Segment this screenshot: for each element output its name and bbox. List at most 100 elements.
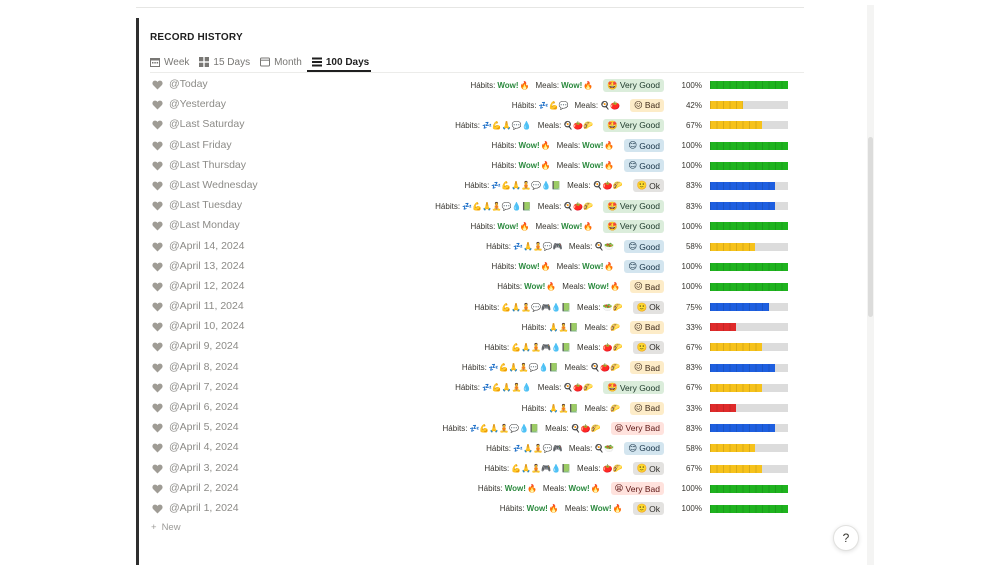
progress-bar-fill — [710, 424, 775, 433]
record-date[interactable]: @April 5, 2024 — [169, 421, 239, 433]
list-icon — [311, 57, 322, 67]
record-date[interactable]: @Last Tuesday — [169, 199, 242, 211]
meals-emojis: 🍳🍅🌮 — [563, 383, 594, 393]
list-item[interactable]: @April 1, 2024 Hábits: Wow! 🔥 Meals: Wow! 🔥 🙂 Ok… — [150, 499, 804, 519]
record-date[interactable]: @Yesterday — [169, 98, 226, 110]
list-item[interactable]: @Last Wednesday Hábits: 💤💪🙏🧘💬💧📗 Meals: 🍳🍅🌮 🙂 O… — [150, 176, 804, 196]
habits-wow: Wow! — [497, 221, 519, 231]
list-item[interactable]: @Yesterday Hábits: 💤💪💬 Meals: 🍳🍅 😖 Bad 42% — [150, 95, 804, 115]
rating-label: Very Good — [619, 382, 660, 393]
fire-icon: 🔥 — [590, 484, 601, 494]
habits-label: Hábits: — [511, 100, 537, 110]
record-date[interactable]: @Last Thursday — [169, 159, 246, 171]
fire-icon: 🔥 — [540, 161, 551, 171]
list-item[interactable]: @April 10, 2024 Hábits: 🙏🧘📗 Meals: 🌮 😖 Bad 33% — [150, 317, 804, 337]
record-summary: Hábits: Wow! 🔥 Meals: Wow! 🔥 🤩 Very Good 100% — [470, 218, 788, 234]
record-date[interactable]: @Last Saturday — [169, 118, 244, 130]
tab-month[interactable]: Month — [260, 53, 302, 71]
progress-bar — [710, 484, 788, 493]
list-item[interactable]: @April 2, 2024 Hábits: Wow! 🔥 Meals: Wow! 🔥 😫 Ve… — [150, 479, 804, 499]
list-item[interactable]: @April 8, 2024 Hábits: 💤💪🙏🧘💬💧📗 Meals: 🍳🍅🌮 😖 Ba… — [150, 358, 804, 378]
calendar-icon — [150, 58, 160, 67]
meals-emojis: 🍅🌮 — [602, 464, 623, 474]
record-date[interactable]: @Today — [169, 78, 208, 90]
list-item[interactable]: @Last Saturday Hábits: 💤💪🙏💬💧 Meals: 🍳🍅🌮 🤩 Very… — [150, 115, 804, 135]
fire-icon: 🔥 — [548, 504, 559, 514]
new-record-button[interactable]: + New — [151, 522, 181, 533]
record-date[interactable]: @Last Friday — [169, 139, 232, 151]
record-date[interactable]: @Last Wednesday — [169, 179, 258, 191]
list-item[interactable]: @April 6, 2024 Hábits: 🙏🧘📗 Meals: 🌮 😖 Bad 33% — [150, 398, 804, 418]
habits-wow: Wow! — [518, 161, 540, 171]
heart-icon — [152, 201, 163, 211]
list-item[interactable]: @Last Monday Hábits: Wow! 🔥 Meals: Wow! 🔥 🤩 Very… — [150, 216, 804, 236]
record-date[interactable]: @April 9, 2024 — [169, 340, 239, 352]
meals-emojis: 🍳🍅🌮 — [563, 201, 594, 211]
list-item[interactable]: @Last Tuesday Hábits: 💤💪🙏🧘💬💧📗 Meals: 🍳🍅🌮 🤩 Ver… — [150, 196, 804, 216]
list-item[interactable]: @Last Thursday Hábits: Wow! 🔥 Meals: Wow! 🔥 😊 Go… — [150, 156, 804, 176]
progress-bar-fill — [710, 282, 788, 291]
progress-percent: 100% — [681, 141, 702, 151]
rating-badge: 🤩 Very Good — [603, 219, 664, 233]
fire-icon: 🔥 — [612, 504, 623, 514]
record-date[interactable]: @April 1, 2024 — [169, 502, 239, 514]
rating-label: Ok — [649, 342, 660, 353]
record-date[interactable]: @April 6, 2024 — [169, 401, 239, 413]
heart-icon — [152, 343, 163, 352]
scrollbar-thumb[interactable] — [868, 137, 873, 317]
rating-badge: 😫 Very Bad — [610, 482, 664, 496]
help-button[interactable]: ? — [833, 525, 859, 551]
record-date[interactable]: @April 8, 2024 — [169, 361, 239, 373]
progress-percent: 100% — [681, 504, 702, 514]
progress-bar — [710, 343, 788, 352]
rating-emoji-icon: 🤩 — [607, 382, 618, 393]
record-date[interactable]: @April 14, 2024 — [169, 240, 244, 252]
list-item[interactable]: @April 12, 2024 Hábits: Wow! 🔥 Meals: Wow! 🔥 😖 B… — [150, 277, 804, 297]
heart-icon — [152, 363, 163, 373]
list-item[interactable]: @April 13, 2024 Hábits: Wow! 🔥 Meals: Wow! 🔥 😊 G… — [150, 257, 804, 277]
record-date[interactable]: @April 3, 2024 — [169, 462, 239, 474]
list-item[interactable]: @April 14, 2024 Hábits: 💤🙏🧘💬🎮 Meals: 🍳🥗 😊 Good… — [150, 237, 804, 257]
meals-label: Meals: — [568, 242, 593, 251]
progress-bar — [710, 141, 788, 150]
record-date[interactable]: @April 7, 2024 — [169, 381, 239, 393]
record-date[interactable]: @April 2, 2024 — [169, 482, 239, 494]
rating-label: Good — [639, 261, 660, 272]
meals-wow: Wow! — [587, 282, 610, 292]
progress-bar-fill — [710, 161, 788, 170]
record-date[interactable]: @April 13, 2024 — [169, 260, 244, 272]
progress-percent: 100% — [681, 221, 702, 231]
progress-bar-fill — [710, 262, 788, 271]
list-item[interactable]: @Last Friday Hábits: Wow! 🔥 Meals: Wow! 🔥 😊 Good… — [150, 136, 804, 156]
rating-emoji-icon: 🙂 — [636, 341, 648, 352]
list-item[interactable]: @April 4, 2024 Hábits: 💤🙏🧘💬🎮 Meals: 🍳🥗 😊 Good 5… — [150, 438, 804, 458]
progress-bar-fill — [710, 323, 736, 332]
tab-15-days[interactable]: 15 Days — [199, 53, 250, 71]
tab-100-days-label: 100 Days — [325, 56, 370, 68]
list-item[interactable]: @April 7, 2024 Hábits: 💤💪🙏🧘💧 Meals: 🍳🍅🌮 🤩 Very… — [150, 378, 804, 398]
tab-100-days[interactable]: 100 Days — [311, 53, 370, 71]
progress-bar — [710, 181, 788, 190]
tab-week[interactable]: Week — [150, 53, 189, 71]
heart-icon — [152, 80, 163, 90]
record-date[interactable]: @Last Monday — [169, 219, 240, 231]
record-date[interactable]: @April 4, 2024 — [169, 441, 239, 453]
scrollbar[interactable] — [867, 5, 874, 565]
callout-left-border — [136, 18, 139, 565]
record-date[interactable]: @April 11, 2024 — [169, 300, 244, 312]
record-date[interactable]: @April 12, 2024 — [169, 280, 244, 292]
meals-label: Meals: — [537, 383, 562, 393]
progress-bar — [710, 121, 788, 130]
record-date[interactable]: @April 10, 2024 — [169, 320, 244, 332]
record-list: @Today Hábits: Wow! 🔥 Meals: Wow! 🔥 🤩 Very Good 1… — [150, 75, 804, 519]
meals-wow: Wow! — [561, 221, 583, 231]
list-item[interactable]: @April 5, 2024 Hábits: 💤💪🙏🧘💬💧📗 Meals: 🍳🍅🌮 😫 Ve… — [150, 418, 804, 438]
fire-icon: 🔥 — [604, 262, 615, 272]
fire-icon: 🔥 — [583, 221, 594, 231]
list-item[interactable]: @Today Hábits: Wow! 🔥 Meals: Wow! 🔥 🤩 Very Good 1… — [150, 75, 804, 95]
list-item[interactable]: @April 11, 2024 Hábits: 💪🙏🧘💬🎮💧📗 Meals: 🥗🌮 🙂 Ok… — [150, 297, 804, 317]
fire-icon: 🔥 — [540, 262, 551, 272]
habits-wow: Wow! — [504, 484, 526, 494]
list-item[interactable]: @April 9, 2024 Hábits: 💪🙏🧘🎮💧📗 Meals: 🍅🌮 🙂 Ok 67… — [150, 337, 804, 357]
list-item[interactable]: @April 3, 2024 Hábits: 💪🙏🧘🎮💧📗 Meals: 🍅🌮 🙂 Ok 67… — [150, 459, 804, 479]
